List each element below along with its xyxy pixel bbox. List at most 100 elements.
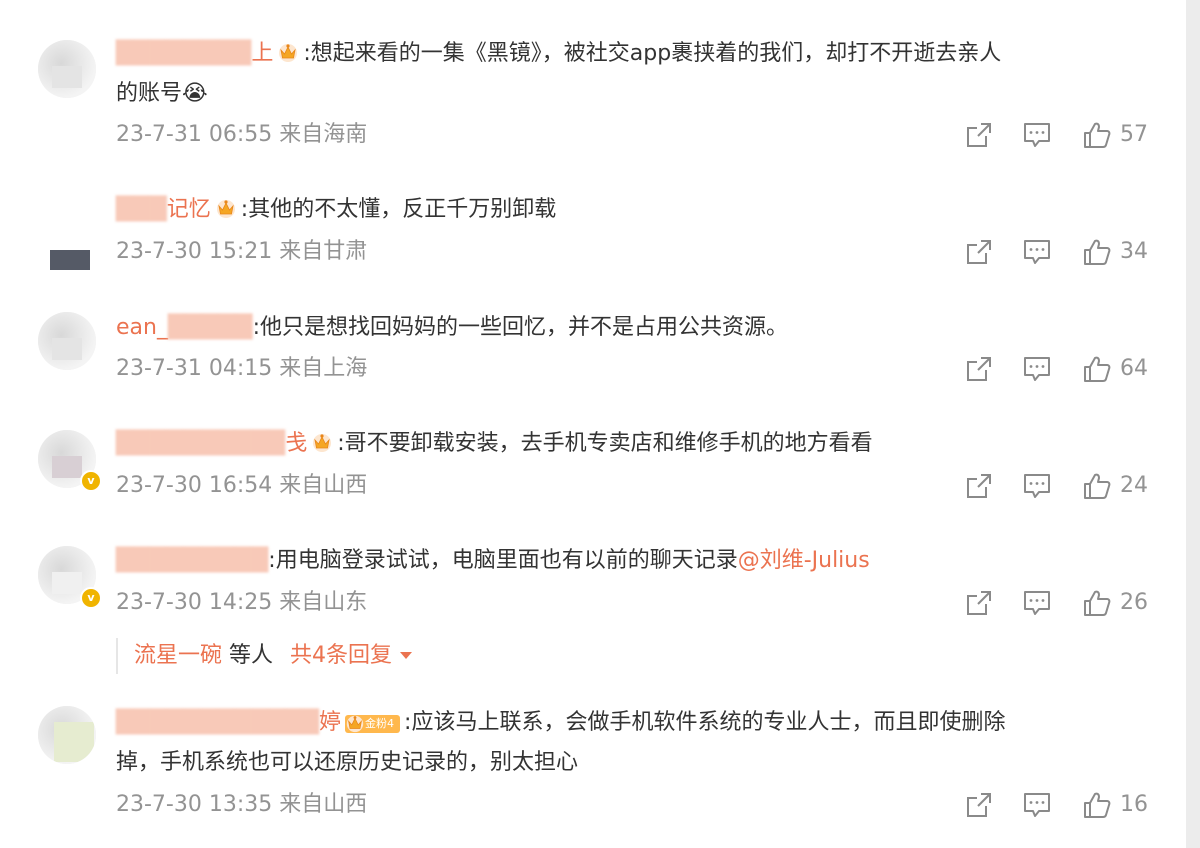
comment-text-line: ████████上 :想起来看的一集《黑镜》，被社交app裹挟着的我们，却打不开逝… (116, 36, 1146, 72)
like-button[interactable] (1082, 237, 1112, 267)
comment-icon (1022, 120, 1052, 150)
reply-button[interactable] (1022, 354, 1052, 384)
verified-badge-icon: v (80, 587, 102, 609)
crown-icon (277, 41, 299, 63)
like-count: 57 (1120, 122, 1148, 147)
comment-icon (1022, 588, 1052, 618)
reply-summary[interactable]: 流星一碗 等人 共4条回复 (116, 638, 413, 674)
mention-link[interactable]: @刘维-Julius (738, 548, 870, 573)
comment-content: :其他的不太懂，反正千万别卸载 (240, 197, 557, 222)
crown-icon (311, 431, 333, 453)
username-blurred[interactable]: ████████ (116, 41, 251, 66)
share-button[interactable] (964, 120, 994, 150)
location: 来自山西 (279, 792, 368, 817)
thumbs-up-icon (1082, 120, 1112, 150)
like-button[interactable] (1082, 471, 1112, 501)
username[interactable]: 戋 (285, 431, 307, 456)
timestamp: 23-7-30 15:21 (116, 239, 273, 264)
avatar[interactable] (38, 218, 94, 270)
share-button[interactable] (964, 471, 994, 501)
thumbs-up-icon (1082, 471, 1112, 501)
fans-badge-label: 金粉4 (365, 717, 395, 730)
fans-badge: 金粉4 (345, 713, 401, 733)
comment-icon (1022, 790, 1052, 820)
like-count: 26 (1120, 590, 1148, 615)
location: 来自海南 (279, 122, 368, 147)
comment-content: :他只是想找回妈妈的一些回忆，并不是占用公共资源。 (252, 315, 788, 340)
location: 来自上海 (279, 356, 368, 381)
like-count: 64 (1120, 356, 1148, 381)
like-count: 34 (1120, 239, 1148, 264)
like-count: 24 (1120, 473, 1148, 498)
username[interactable]: 记忆 (167, 197, 211, 222)
share-button[interactable] (964, 237, 994, 267)
username[interactable]: 上 (251, 41, 273, 66)
reply-user-link[interactable]: 流星一碗 (134, 643, 222, 668)
reply-button[interactable] (1022, 237, 1052, 267)
share-icon (964, 471, 994, 501)
comment-icon (1022, 471, 1052, 501)
avatar[interactable] (38, 312, 96, 370)
timestamp: 23-7-30 13:35 (116, 792, 273, 817)
comment-text-line: 的账号😭 (116, 76, 1146, 112)
share-icon (964, 120, 994, 150)
timestamp: 23-7-31 06:55 (116, 122, 273, 147)
comment-content: :想起来看的一集《黑镜》，被社交app裹挟着的我们，却打不开逝去亲人 (303, 41, 1002, 66)
comment-icon (1022, 237, 1052, 267)
like-button[interactable] (1082, 120, 1112, 150)
comment-content: :应该马上联系，会做手机软件系统的专业人士，而且即使删除 (404, 710, 1006, 735)
username-blurred[interactable]: █████████ (116, 548, 268, 573)
avatar[interactable] (38, 40, 96, 98)
comment-content: :哥不要卸载安装，去手机专卖店和维修手机的地方看看 (337, 431, 873, 456)
comment-text-line: 掉，手机系统也可以还原历史记录的，别太担心 (116, 745, 1146, 781)
like-button[interactable] (1082, 588, 1112, 618)
location: 来自山西 (279, 473, 368, 498)
like-button[interactable] (1082, 790, 1112, 820)
username-blurred[interactable]: ████████████ (116, 710, 319, 735)
comment-meta: 23-7-30 16:54 来自山西 (116, 471, 367, 501)
comment-meta: 23-7-31 04:15 来自上海 (116, 354, 367, 384)
thumbs-up-icon (1082, 790, 1112, 820)
avatar[interactable] (38, 706, 96, 764)
share-button[interactable] (964, 790, 994, 820)
comment-content: :用电脑登录试试，电脑里面也有以前的聊天记录 (268, 548, 738, 573)
comment-text-line: ██████████戋 :哥不要卸载安装，去手机专卖店和维修手机的地方看看 (116, 426, 1146, 462)
share-button[interactable] (964, 354, 994, 384)
share-icon (964, 354, 994, 384)
username-blurred[interactable]: ███ (116, 197, 167, 222)
comment-meta: 23-7-30 13:35 来自山西 (116, 790, 367, 820)
crying-emoji-icon: 😭 (182, 81, 208, 106)
location: 来自山东 (279, 590, 368, 615)
timestamp: 23-7-30 14:25 (116, 590, 273, 615)
thumbs-up-icon (1082, 588, 1112, 618)
username[interactable]: ean_ (116, 315, 168, 340)
reply-button[interactable] (1022, 588, 1052, 618)
share-icon (964, 790, 994, 820)
comment-content: 掉，手机系统也可以还原历史记录的，别太担心 (116, 750, 579, 775)
timestamp: 23-7-31 04:15 (116, 356, 273, 381)
comment-text-line: █████████:用电脑登录试试，电脑里面也有以前的聊天记录@刘维-Juliu… (116, 543, 1146, 579)
location: 来自甘肃 (279, 239, 368, 264)
comment-text-line: ean_█████:他只是想找回妈妈的一些回忆，并不是占用公共资源。 (116, 310, 1146, 346)
crown-icon (345, 713, 365, 733)
username-blurred[interactable]: █████ (168, 315, 253, 340)
thumbs-up-icon (1082, 354, 1112, 384)
share-button[interactable] (964, 588, 994, 618)
comment-content: 的账号 (116, 81, 183, 106)
like-button[interactable] (1082, 354, 1112, 384)
comment-icon (1022, 354, 1052, 384)
chevron-down-icon (400, 652, 413, 659)
timestamp: 23-7-30 16:54 (116, 473, 273, 498)
comment-meta: 23-7-30 14:25 来自山东 (116, 588, 367, 618)
reply-button[interactable] (1022, 790, 1052, 820)
scrollbar[interactable] (1186, 0, 1200, 848)
comment-text-line: ███记忆 :其他的不太懂，反正千万别卸载 (116, 192, 1146, 228)
username-blurred[interactable]: ██████████ (116, 431, 285, 456)
reply-etc-label: 等人 (229, 643, 274, 668)
username[interactable]: 婷 (319, 710, 341, 735)
share-icon (964, 237, 994, 267)
reply-button[interactable] (1022, 120, 1052, 150)
reply-total-link[interactable]: 共4条回复 (290, 643, 392, 668)
share-icon (964, 588, 994, 618)
reply-button[interactable] (1022, 471, 1052, 501)
